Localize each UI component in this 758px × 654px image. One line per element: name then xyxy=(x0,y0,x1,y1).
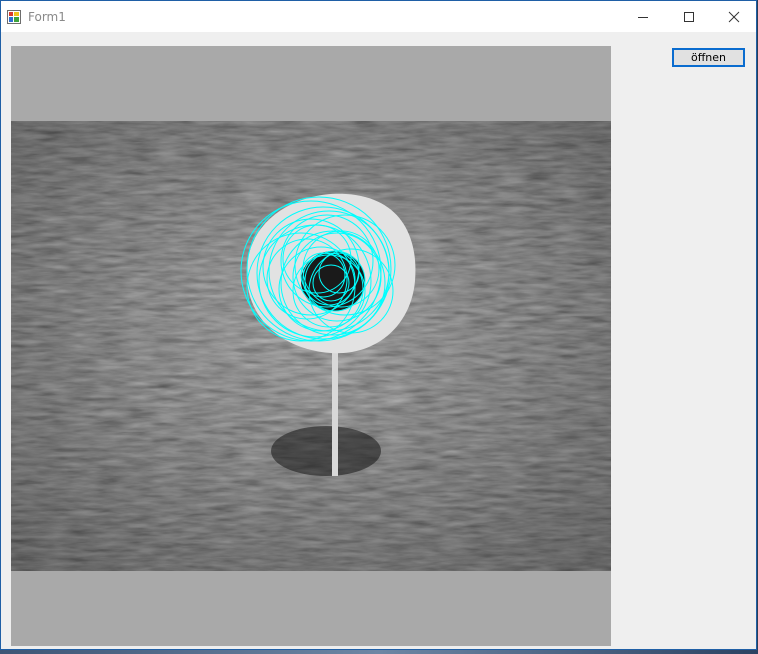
open-button[interactable]: öffnen xyxy=(672,48,745,67)
maximize-button[interactable] xyxy=(666,1,712,32)
minimize-button[interactable] xyxy=(620,1,666,32)
grass-target-photo xyxy=(11,121,611,571)
title-bar[interactable]: Form1 xyxy=(1,1,756,32)
close-icon xyxy=(728,11,740,22)
app-form-icon xyxy=(7,10,21,24)
picture-box xyxy=(11,46,611,646)
close-button[interactable] xyxy=(711,1,757,32)
desktop-strip xyxy=(0,650,758,654)
window-title: Form1 xyxy=(28,10,66,24)
maximize-icon xyxy=(684,11,694,22)
client-area: öffnen xyxy=(1,32,756,649)
form1-window: Form1 öffnen xyxy=(0,0,757,650)
minimize-icon xyxy=(638,16,648,18)
